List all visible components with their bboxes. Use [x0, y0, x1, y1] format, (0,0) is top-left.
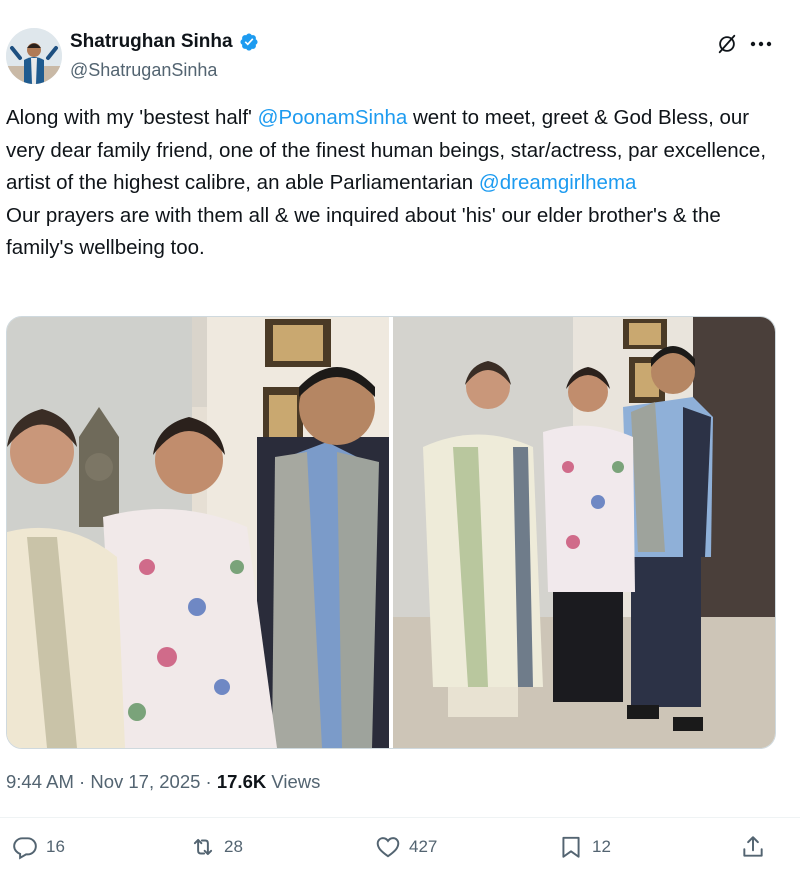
author-name[interactable]: Shatrughan Sinha: [70, 31, 233, 53]
photo[interactable]: [393, 317, 775, 748]
bookmark-icon: [562, 836, 580, 858]
reply-icon: [13, 837, 37, 860]
share-icon: [743, 836, 763, 857]
share-button[interactable]: [740, 834, 766, 860]
tweet-date[interactable]: Nov 17, 2025: [90, 771, 200, 792]
like-icon: [376, 837, 400, 858]
action-bar: 16 28 427 12: [0, 834, 800, 874]
avatar[interactable]: [6, 28, 62, 84]
tweet-time[interactable]: 9:44 AM: [6, 771, 74, 792]
mention-link[interactable]: @PoonamSinha: [258, 106, 408, 129]
tweet-text: Along with my 'bestest half' @PoonamSinh…: [6, 102, 786, 265]
author-handle[interactable]: @ShatruganSinha: [70, 60, 217, 81]
bookmark-count: 12: [592, 837, 611, 856]
verified-badge-icon: [240, 33, 258, 51]
tweet-meta: 9:44 AM · Nov 17, 2025 · 17.6K Views: [6, 771, 320, 793]
like-count: 427: [409, 837, 438, 856]
tweet-text-part: Along with my 'bestest half': [6, 106, 258, 129]
mention-link[interactable]: @dreamgirlhema: [479, 171, 637, 194]
bookmark-button[interactable]: 12: [558, 834, 611, 860]
views-label: Views: [266, 771, 321, 792]
photo[interactable]: [7, 317, 389, 748]
views-count: 17.6K: [216, 771, 267, 792]
tweet-text-part: Our prayers are with them all & we inqui…: [6, 203, 721, 260]
tweet-media: [6, 316, 776, 749]
meta-separator: ·: [73, 771, 91, 792]
reply-count: 16: [46, 837, 65, 856]
meta-separator: ·: [200, 771, 217, 792]
grok-icon[interactable]: [716, 33, 738, 55]
tweet-header: Shatrughan Sinha @ShatruganSinha: [6, 24, 796, 88]
more-icon[interactable]: [748, 32, 774, 56]
reply-button[interactable]: 16: [12, 834, 65, 860]
repost-button[interactable]: 28: [190, 834, 243, 860]
repost-icon: [193, 838, 213, 856]
like-button[interactable]: 427: [375, 834, 437, 860]
repost-count: 28: [224, 837, 243, 856]
divider: [0, 817, 800, 818]
author-name-row: Shatrughan Sinha: [70, 31, 259, 53]
